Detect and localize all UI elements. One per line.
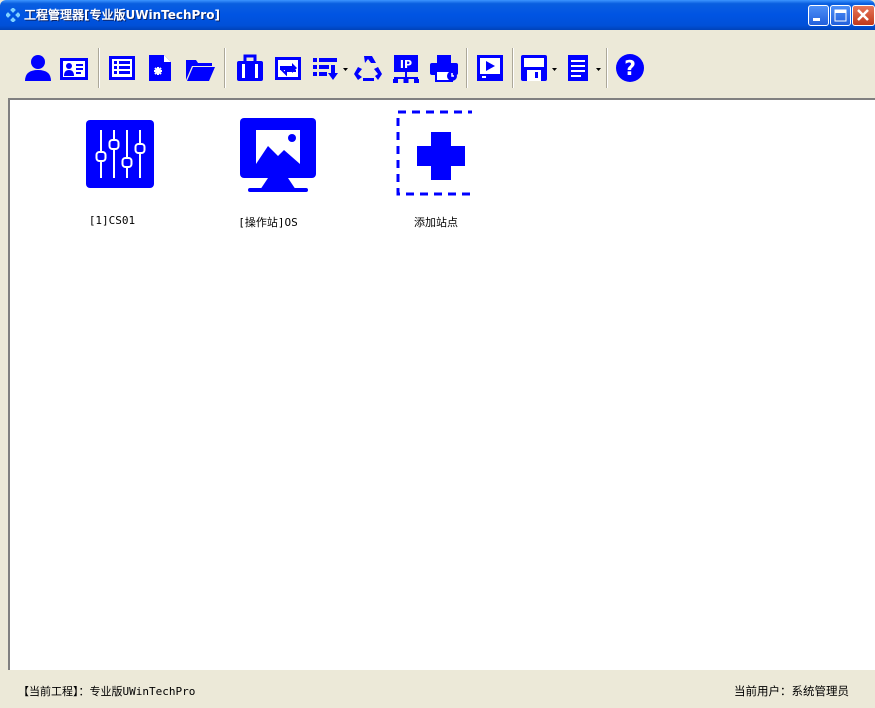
toolbar-ip-network-button[interactable]: IP	[390, 52, 422, 84]
toolbar-recycle-button[interactable]	[352, 52, 384, 84]
toolbar-dropdown-arrow[interactable]	[596, 68, 601, 71]
clipboard-icon	[237, 54, 263, 81]
station-item-cs01[interactable]: [1]CS01	[44, 108, 164, 238]
station-label: [1]CS01	[88, 214, 136, 227]
toolbar-dropdown-arrow[interactable]	[552, 68, 557, 71]
help-icon: ?	[616, 54, 644, 82]
list-icon	[109, 56, 135, 80]
print-icon	[430, 55, 458, 82]
toolbar-separator	[224, 48, 226, 88]
save-icon	[521, 55, 547, 81]
main-window: 工程管理器[专业版UWinTechPro] IP ? [1]CS01 [操作站]…	[0, 0, 875, 708]
station-label: 添加站点	[414, 216, 458, 229]
toolbar-document-button[interactable]	[562, 52, 594, 84]
toolbar-user-button[interactable]	[22, 52, 54, 84]
window-title: 工程管理器[专业版UWinTechPro]	[24, 8, 220, 22]
chevron-down-icon	[343, 68, 348, 71]
controller-icon	[86, 120, 154, 188]
maximize-icon	[834, 9, 847, 22]
app-logo-icon	[6, 8, 20, 22]
toolbar-separator	[466, 48, 468, 88]
svg-text:?: ?	[624, 56, 636, 80]
download-list-icon	[313, 58, 338, 80]
chevron-down-icon	[552, 68, 557, 71]
svg-text:IP: IP	[400, 58, 412, 71]
toolbar-open-folder-button[interactable]	[184, 52, 216, 84]
toolbar-clipboard-button[interactable]	[234, 52, 266, 84]
user-icon	[25, 55, 51, 81]
id-card-icon	[60, 58, 88, 80]
minimize-button[interactable]	[808, 5, 829, 26]
toolbar-play-button[interactable]	[474, 52, 506, 84]
current-project-status: 【当前工程】：专业版UWinTechPro	[18, 685, 196, 698]
toolbar-download-list-button[interactable]	[310, 52, 342, 84]
toolbar-save-button[interactable]	[518, 52, 550, 84]
chevron-down-icon	[596, 68, 601, 71]
toolbar-list-button[interactable]	[106, 52, 138, 84]
open-folder-icon	[186, 60, 215, 81]
minimize-icon	[813, 18, 820, 21]
current-user-status: 当前用户：系统管理员	[734, 684, 849, 698]
new-file-icon	[149, 55, 171, 81]
add-station-item[interactable]: 添加站点	[356, 108, 476, 238]
station-item-os[interactable]: [操作站]OS	[200, 108, 320, 238]
status-bar: 【当前工程】：专业版UWinTechPro 当前用户：系统管理员	[8, 672, 875, 708]
toolbar-new-file-button[interactable]	[144, 52, 176, 84]
toolbar-separator	[98, 48, 100, 88]
maximize-button[interactable]	[830, 5, 851, 26]
add-station-icon	[396, 110, 472, 196]
toolbar: IP ?	[8, 40, 875, 96]
ip-network-icon: IP	[393, 55, 419, 83]
play-icon	[477, 55, 503, 81]
toolbar-print-button[interactable]	[428, 52, 460, 84]
toolbar-transfer-button[interactable]	[272, 52, 304, 84]
toolbar-help-button[interactable]: ?	[614, 52, 646, 84]
recycle-icon	[354, 56, 382, 81]
toolbar-separator	[606, 48, 608, 88]
toolbar-separator	[512, 48, 514, 88]
close-button[interactable]	[852, 5, 875, 26]
toolbar-dropdown-arrow[interactable]	[343, 68, 348, 71]
station-label: [操作站]OS	[238, 216, 298, 229]
title-bar[interactable]: 工程管理器[专业版UWinTechPro]	[0, 0, 875, 30]
close-icon	[857, 9, 869, 21]
transfer-icon	[275, 57, 301, 80]
toolbar-id-card-button[interactable]	[58, 52, 90, 84]
station-view: [1]CS01 [操作站]OS 添加站点	[8, 98, 875, 670]
monitor-image-icon	[240, 118, 316, 192]
document-icon	[568, 55, 588, 81]
